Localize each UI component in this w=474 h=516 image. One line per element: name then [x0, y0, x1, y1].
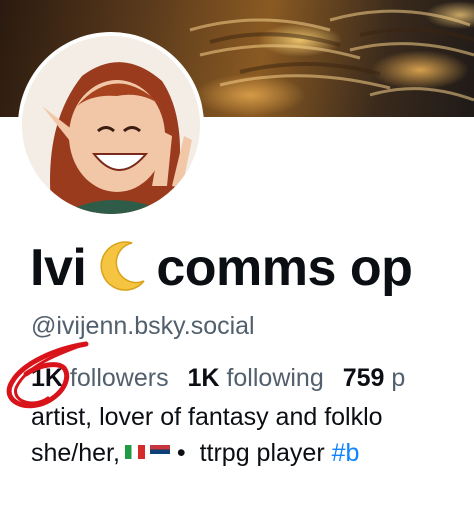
- posts-label: p: [391, 364, 406, 392]
- serbia-flag-icon: [149, 445, 170, 459]
- following-label: following: [226, 364, 324, 392]
- posts-count: 759: [342, 364, 385, 392]
- display-name-rest: comms op: [156, 239, 413, 297]
- posts-count-group: 759 p: [343, 364, 406, 392]
- bio-line-2: she/her, • ttrpg player #b: [31, 435, 383, 471]
- following-count: 1K: [187, 364, 220, 392]
- avatar[interactable]: [18, 32, 204, 218]
- display-name: Ivi comms op: [30, 236, 413, 300]
- bio-bullet: •: [176, 439, 186, 467]
- following-link[interactable]: 1K following: [188, 364, 324, 392]
- bio-line-1: artist, lover of fantasy and folklo: [31, 403, 383, 431]
- bio-pronouns: she/her,: [31, 439, 120, 467]
- avatar-image: [22, 36, 200, 214]
- profile-handle: @ivijenn.bsky.social: [31, 312, 255, 340]
- profile-bio: artist, lover of fantasy and folklo she/…: [31, 399, 383, 471]
- bio-hashtag-link[interactable]: #b: [332, 439, 360, 467]
- crescent-moon-icon: [94, 237, 150, 293]
- display-name-first: Ivi: [30, 239, 87, 297]
- bio-ttrpg: ttrpg player: [199, 439, 325, 467]
- italy-flag-icon: [124, 445, 145, 459]
